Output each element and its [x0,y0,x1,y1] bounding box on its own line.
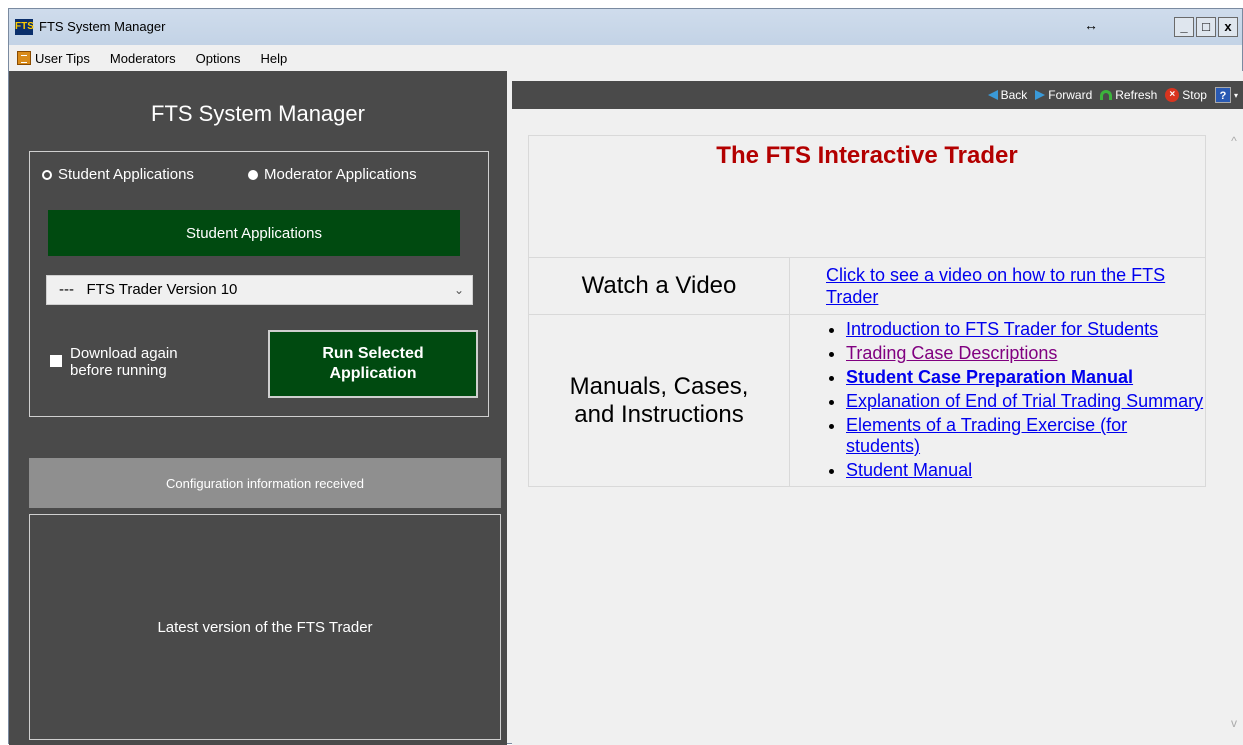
list-item: Elements of a Trading Exercise (for stud… [846,415,1204,457]
heading-row: The FTS Interactive Trader [528,135,1206,258]
title-bar[interactable]: FTS FTS System Manager ↔ _ □ x [9,9,1242,45]
run-button-line1: Run Selected [322,345,424,362]
resize-arrows-icon[interactable]: ↔ [1084,17,1098,33]
checkbox-label-line2: before running [70,362,167,379]
window-controls: _ □ x [1174,17,1238,37]
scroll-down-icon[interactable]: v [1228,717,1240,729]
window-title: FTS System Manager [39,19,166,34]
stop-button[interactable]: × Stop [1165,88,1207,102]
manuals-row: Manuals, Cases, and Instructions Introdu… [528,314,1206,487]
manuals-link-list: Introduction to FTS Trader for Students … [826,319,1204,481]
checkbox-label: Download again before running [70,345,178,379]
manuals-label-line1: Manuals, Cases, [569,372,749,400]
link-elements-trading-exercise[interactable]: Elements of a Trading Exercise (for stud… [846,415,1127,456]
info-panel: Latest version of the FTS Trader [29,514,501,740]
browser-toolbar: Back Forward Refresh × Stop ? ▾ [512,81,1243,109]
menu-bar: User Tips Moderators Options Help [9,45,1242,71]
vertical-scrollbar[interactable]: ^ v [1224,109,1243,745]
book-icon [17,51,31,65]
radio-circle-icon [42,169,52,180]
radio-moderator-applications[interactable]: Moderator Applications [248,166,417,183]
video-link[interactable]: Click to see a video on how to run the F… [826,265,1165,307]
menu-moderators[interactable]: Moderators [110,51,176,66]
radio-selected-icon [248,169,258,180]
forward-arrow-icon [1035,90,1046,100]
web-page: The FTS Interactive Trader Watch a Video… [512,109,1224,745]
manuals-label: Manuals, Cases, and Instructions [528,314,790,487]
app-window: FTS FTS System Manager ↔ _ □ x User Tips… [8,8,1243,745]
list-item: Student Manual [846,460,1204,481]
back-label: Back [1000,88,1028,102]
back-arrow-icon [987,90,998,100]
checkbox-box[interactable] [50,355,62,367]
menu-user-tips-label: User Tips [35,50,90,66]
link-student-case-preparation-manual[interactable]: Student Case Preparation Manual [846,367,1133,387]
radio-student-applications[interactable]: Student Applications [42,166,194,183]
link-student-manual[interactable]: Student Manual [846,460,972,480]
radio-student-label: Student Applications [58,166,194,183]
status-message: Configuration information received [29,458,501,508]
minimize-button[interactable]: _ [1174,17,1194,37]
manuals-links-cell: Introduction to FTS Trader for Students … [789,314,1206,487]
help-dropdown-button[interactable]: ? ▾ [1214,87,1238,103]
page-heading: The FTS Interactive Trader [528,135,1206,258]
left-panel: FTS System Manager Student Applications … [9,71,507,745]
radio-moderator-label: Moderator Applications [264,166,417,183]
list-item: Introduction to FTS Trader for Students [846,319,1204,340]
checkbox-label-line1: Download again [70,345,178,362]
stop-icon: × [1165,88,1180,102]
run-button-line2: Application [329,365,417,382]
student-applications-button[interactable]: Student Applications [48,210,460,256]
menu-options[interactable]: Options [196,51,241,66]
dropdown-arrow-icon: ▾ [1233,90,1238,100]
maximize-button[interactable]: □ [1196,17,1216,37]
app-icon: FTS [15,19,34,35]
menu-help[interactable]: Help [260,51,287,66]
manuals-label-line2: and Instructions [574,400,744,428]
refresh-button[interactable]: Refresh [1100,88,1157,102]
link-end-of-trial-summary[interactable]: Explanation of End of Trial Trading Summ… [846,391,1203,411]
scroll-up-icon[interactable]: ^ [1228,135,1240,147]
content-table: The FTS Interactive Trader Watch a Video… [528,135,1206,487]
back-button[interactable]: Back [987,88,1028,102]
list-item: Trading Case Descriptions [846,343,1204,364]
application-select[interactable]: --- FTS Trader Version 10 ⌄ [46,275,473,305]
forward-label: Forward [1048,88,1093,102]
help-icon: ? [1214,87,1231,103]
link-intro-fts-trader[interactable]: Introduction to FTS Trader for Students [846,319,1158,339]
select-value: --- FTS Trader Version 10 [59,281,238,298]
video-row: Watch a Video Click to see a video on ho… [528,257,1206,315]
link-trading-case-descriptions[interactable]: Trading Case Descriptions [846,343,1057,363]
refresh-label: Refresh [1115,88,1158,102]
list-item: Student Case Preparation Manual [846,367,1204,388]
watch-video-label: Watch a Video [528,257,790,315]
forward-button[interactable]: Forward [1035,88,1092,102]
chevron-down-icon: ⌄ [453,283,464,297]
panel-title: FTS System Manager [151,101,365,126]
list-item: Explanation of End of Trial Trading Summ… [846,391,1204,412]
refresh-icon [1100,90,1113,100]
close-button[interactable]: x [1218,17,1238,37]
run-selected-application-button[interactable]: Run Selected Application [268,330,478,398]
menu-user-tips[interactable]: User Tips [17,51,90,66]
stop-label: Stop [1182,88,1207,102]
application-selector-box: Student Applications Moderator Applicati… [29,151,489,417]
download-again-checkbox[interactable]: Download again before running [50,345,178,379]
video-link-cell: Click to see a video on how to run the F… [789,257,1206,315]
browser-panel: Back Forward Refresh × Stop ? ▾ The FTS … [512,71,1243,745]
